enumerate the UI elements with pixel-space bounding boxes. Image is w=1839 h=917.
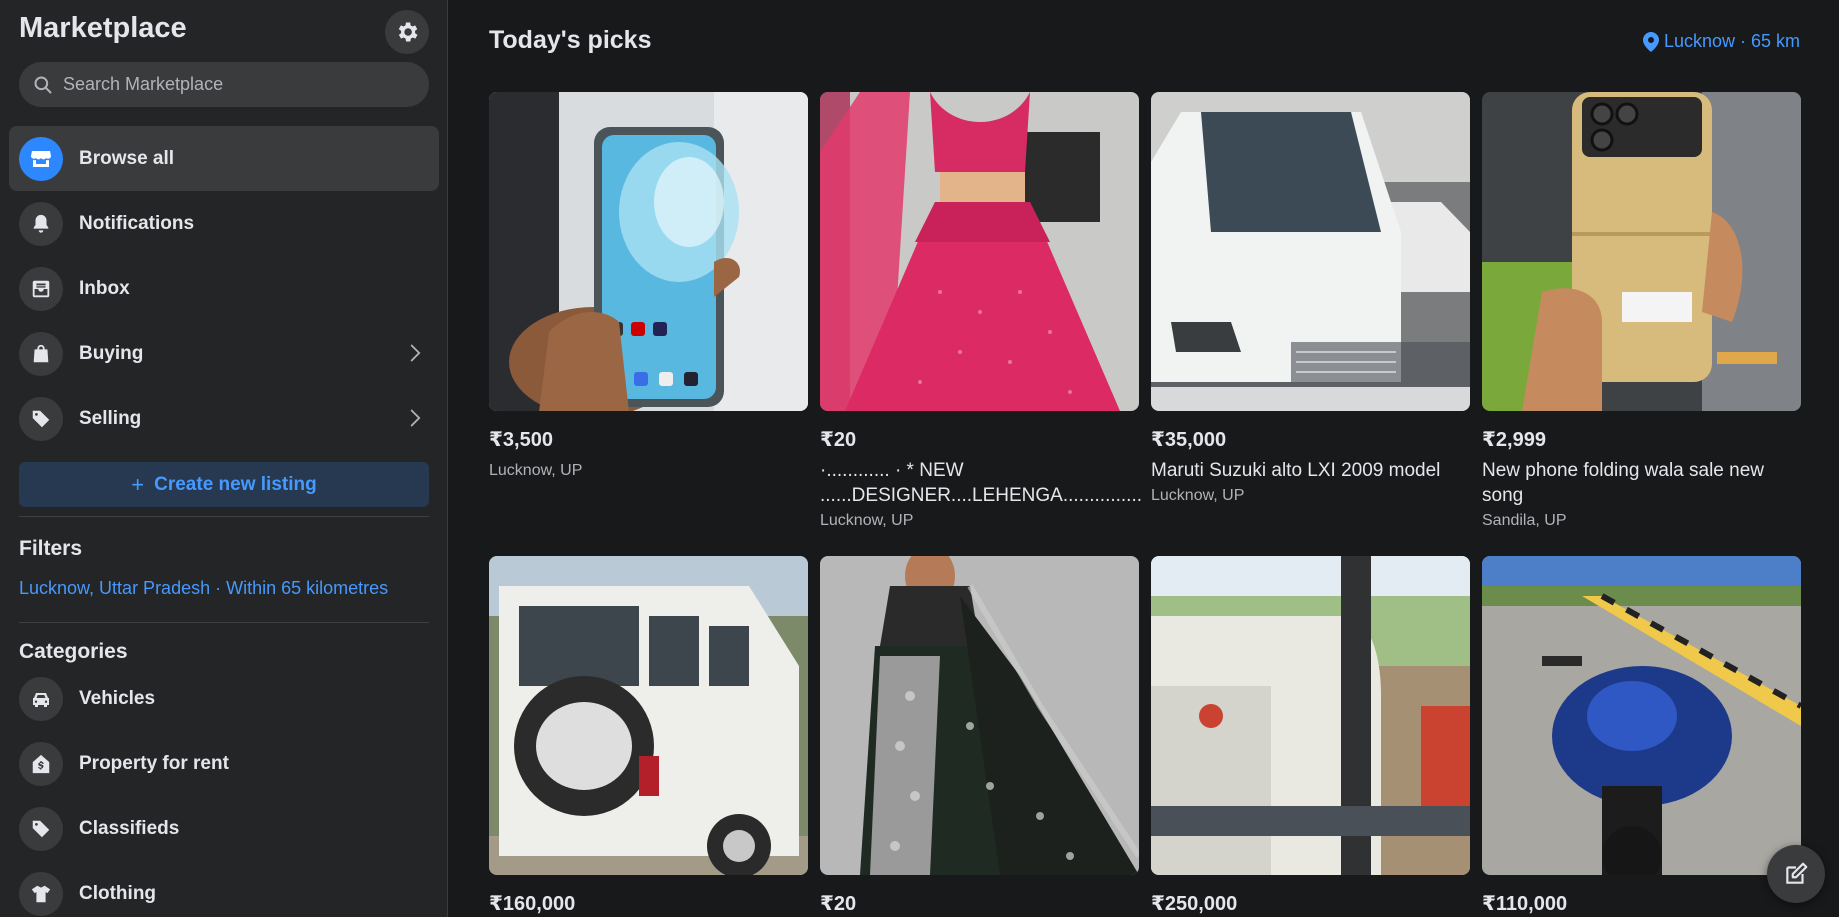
nav-selling[interactable]: Selling xyxy=(9,386,439,451)
settings-button[interactable] xyxy=(385,10,429,54)
category-clothing[interactable]: Clothing xyxy=(9,861,439,917)
chevron-right-icon xyxy=(410,344,421,362)
listing-title: Maruti Suzuki alto LXI 2009 model xyxy=(1151,460,1441,481)
divider xyxy=(19,516,429,517)
listing-image-folding-phone xyxy=(1482,92,1801,411)
listing-image-suv xyxy=(489,556,808,875)
bell-icon-wrap xyxy=(19,201,63,246)
listing-image-car xyxy=(1151,92,1470,411)
shopping-bag-icon-wrap xyxy=(19,331,63,376)
listing-location: Lucknow, UP xyxy=(489,462,583,479)
divider xyxy=(19,622,429,623)
listing-location: Lucknow, UP xyxy=(1151,487,1245,504)
filters-title: Filters xyxy=(19,537,83,560)
listing-price: ₹110,000 xyxy=(1482,893,1568,915)
inbox-icon-wrap xyxy=(19,266,63,311)
category-label: Vehicles xyxy=(79,687,156,709)
location-selector[interactable]: Lucknow · 65 km xyxy=(1642,31,1800,52)
house-dollar-icon-wrap xyxy=(19,741,63,786)
listing-location: Lucknow, UP xyxy=(820,512,914,529)
search-icon xyxy=(34,76,52,93)
create-listing-button[interactable]: + Create new listing xyxy=(19,462,429,507)
listing-image-phone xyxy=(489,92,808,411)
listing-price: ₹2,999 xyxy=(1482,429,1546,451)
sidebar: Marketplace Browse all xyxy=(0,0,448,917)
listing-card[interactable]: ₹20 xyxy=(820,556,1139,916)
edit-icon xyxy=(1786,862,1808,884)
compose-button[interactable] xyxy=(1767,845,1825,903)
nav-label: Browse all xyxy=(79,147,175,169)
storefront-icon-wrap xyxy=(19,136,63,181)
listing-image-lehenga xyxy=(820,92,1139,411)
chevron-right-icon xyxy=(410,409,421,427)
nav-browse-all[interactable]: Browse all xyxy=(9,126,439,191)
listing-image-saree xyxy=(820,556,1139,875)
storefront-icon xyxy=(31,150,51,167)
tag-icon xyxy=(32,820,50,837)
house-dollar-icon xyxy=(32,754,50,773)
listing-title: New phone folding wala sale new song xyxy=(1482,460,1765,506)
listing-card[interactable]: ₹20 ·............ · * NEW ......DESIGNER… xyxy=(820,92,1143,530)
location-filter-link[interactable]: Lucknow, Uttar Pradesh · Within 65 kilom… xyxy=(19,578,388,599)
category-label: Classifieds xyxy=(79,817,180,839)
nav-label: Selling xyxy=(79,407,142,429)
location-label: Lucknow · 65 km xyxy=(1663,31,1800,51)
listing-price: ₹160,000 xyxy=(489,893,576,915)
car-icon xyxy=(33,692,49,707)
nav-label: Notifications xyxy=(79,212,195,234)
bell-icon xyxy=(33,214,49,233)
listing-price: ₹3,500 xyxy=(489,429,553,451)
category-vehicles[interactable]: Vehicles xyxy=(9,666,439,731)
search-bar[interactable] xyxy=(19,62,429,107)
listing-card[interactable]: ₹35,000 Maruti Suzuki alto LXI 2009 mode… xyxy=(1151,92,1470,505)
categories-list: Vehicles Property for rent Classifieds C… xyxy=(9,666,439,917)
price-tag-icon xyxy=(32,410,50,427)
create-listing-label: Create new listing xyxy=(154,473,317,495)
shirt-icon xyxy=(31,885,51,902)
listing-card[interactable]: ₹3,500 Lucknow, UP xyxy=(489,92,808,480)
listing-image-motorbike xyxy=(1482,556,1801,875)
sidebar-header: Marketplace xyxy=(19,10,429,54)
nav-label: Buying xyxy=(79,342,144,364)
nav-buying[interactable]: Buying xyxy=(9,321,439,386)
gear-icon xyxy=(398,22,418,42)
shirt-icon-wrap xyxy=(19,871,63,916)
listing-price: ₹250,000 xyxy=(1151,893,1238,915)
category-classifieds[interactable]: Classifieds xyxy=(9,796,439,861)
nav-label: Inbox xyxy=(79,277,130,299)
shopping-bag-icon xyxy=(33,344,49,362)
listing-location: Sandila, UP xyxy=(1482,512,1567,529)
price-tag-icon-wrap xyxy=(19,396,63,441)
nav-inbox[interactable]: Inbox xyxy=(9,256,439,321)
category-label: Clothing xyxy=(79,882,157,904)
listing-title: ·............ · * NEW ......DESIGNER....… xyxy=(820,460,1143,506)
category-property-for-rent[interactable]: Property for rent xyxy=(9,731,439,796)
main-feed: Today's picks Lucknow · 65 km ₹3,500 Luc… xyxy=(449,0,1839,917)
listing-price: ₹35,000 xyxy=(1151,429,1227,451)
sidebar-nav: Browse all Notifications Inbox Buying Se… xyxy=(9,126,439,451)
marketplace-title: Marketplace xyxy=(19,12,187,44)
listing-image-tractor xyxy=(1151,556,1470,875)
category-label: Property for rent xyxy=(79,752,229,774)
location-pin-icon xyxy=(1642,31,1659,52)
page-title: Today's picks xyxy=(489,26,652,54)
tag-icon-wrap xyxy=(19,806,63,851)
listing-card[interactable]: ₹160,000 xyxy=(489,556,808,916)
listing-card[interactable]: ₹110,000 xyxy=(1482,556,1801,916)
listing-price: ₹20 xyxy=(820,893,857,915)
nav-notifications[interactable]: Notifications xyxy=(9,191,439,256)
inbox-icon xyxy=(32,280,50,297)
search-input[interactable] xyxy=(61,73,405,96)
listing-price: ₹20 xyxy=(820,429,857,451)
plus-icon: + xyxy=(131,471,145,497)
categories-title: Categories xyxy=(19,640,128,663)
car-icon-wrap xyxy=(19,676,63,721)
listing-card[interactable]: ₹2,999 New phone folding wala sale new s… xyxy=(1482,92,1801,530)
listing-card[interactable]: ₹250,000 xyxy=(1151,556,1470,916)
